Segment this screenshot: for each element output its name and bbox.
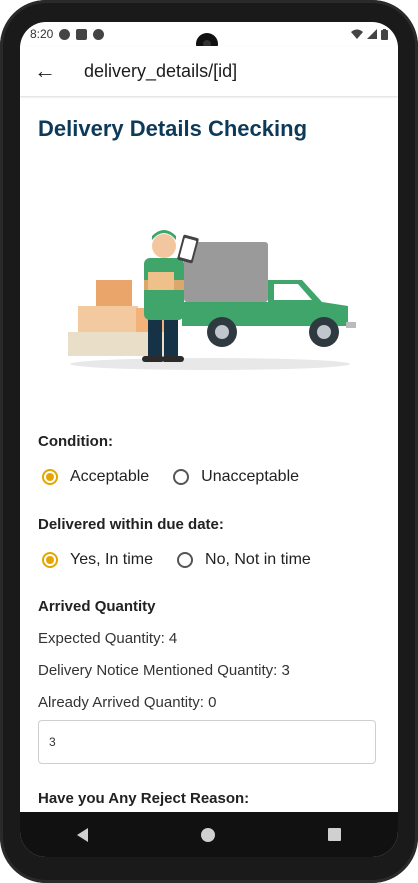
main-content[interactable]: Delivery Details Checking Condition: Acc… xyxy=(20,96,398,812)
expected-quantity-text: Expected Quantity: 4 xyxy=(38,630,178,647)
wifi-icon xyxy=(351,29,363,39)
device-frame: 8:20 ← delivery_details/[id] Delivery De… xyxy=(0,0,418,883)
signal-icon xyxy=(367,29,377,39)
sd-card-icon xyxy=(76,28,88,40)
radio-selected-icon[interactable] xyxy=(42,552,58,568)
app-notification-icon xyxy=(59,28,71,40)
condition-label: Condition: xyxy=(38,433,113,450)
radio-in-time-label: Yes, In time xyxy=(70,551,154,568)
quantity-input-value: 3 xyxy=(49,735,56,749)
radio-not-in-time[interactable]: No, Not in time xyxy=(177,551,311,569)
app-bar-title: delivery_details/[id] xyxy=(84,60,238,81)
already-arrived-text: Already Arrived Quantity: 0 xyxy=(38,694,217,711)
battery-icon xyxy=(381,28,388,40)
nav-recents-icon[interactable] xyxy=(328,828,342,841)
radio-in-time[interactable]: Yes, In time xyxy=(42,551,153,569)
delivery-illustration xyxy=(68,230,356,370)
radio-acceptable-label: Acceptable xyxy=(70,468,150,485)
radio-unselected-icon[interactable] xyxy=(173,469,190,485)
radio-unacceptable-label: Unacceptable xyxy=(201,468,300,485)
radio-selected-icon[interactable] xyxy=(42,469,58,485)
app-bar: ← delivery_details/[id] xyxy=(20,46,398,96)
radio-unselected-icon[interactable] xyxy=(177,552,194,568)
quantity-input[interactable]: 3 xyxy=(38,720,376,764)
nav-back-icon[interactable] xyxy=(76,827,88,842)
nav-home-icon[interactable] xyxy=(200,827,215,842)
system-nav-bar xyxy=(20,812,398,857)
radio-unacceptable[interactable]: Unacceptable xyxy=(173,468,299,486)
due-date-radio-group: Yes, In time No, Not in time xyxy=(42,551,335,569)
sync-icon xyxy=(93,28,105,40)
radio-not-in-time-label: No, Not in time xyxy=(205,551,311,568)
condition-radio-group: Acceptable Unacceptable xyxy=(42,468,323,486)
reject-reason-label: Have you Any Reject Reason: xyxy=(38,790,250,807)
back-arrow-icon[interactable]: ← xyxy=(20,46,70,96)
status-time: 8:20 xyxy=(30,27,54,41)
page-title: Delivery Details Checking xyxy=(38,116,308,141)
due-date-label: Delivered within due date: xyxy=(38,516,224,533)
notice-quantity-text: Delivery Notice Mentioned Quantity: 3 xyxy=(38,662,290,679)
arrived-quantity-label: Arrived Quantity xyxy=(38,598,156,615)
radio-acceptable[interactable]: Acceptable xyxy=(42,468,149,486)
screen: 8:20 ← delivery_details/[id] Delivery De… xyxy=(20,22,398,857)
